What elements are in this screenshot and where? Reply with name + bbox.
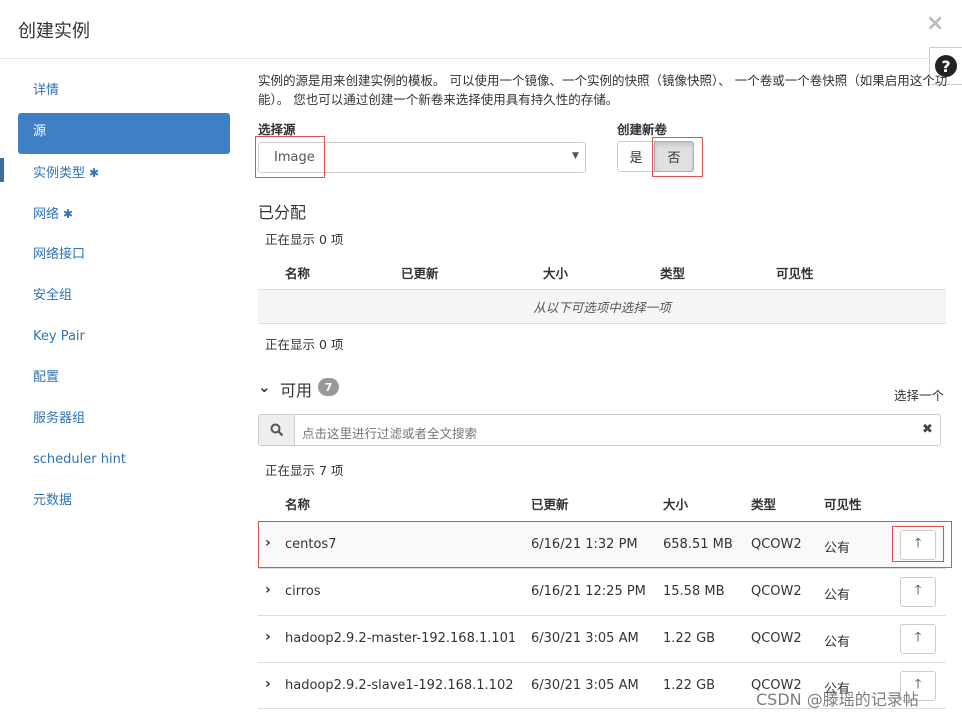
column-header: 类型 [751,497,777,512]
sidebar-item-flavor[interactable]: 实例类型 ✱ [18,154,230,195]
select-one-label: 选择一个 [894,388,945,403]
chevron-right-icon[interactable]: › [265,676,271,692]
required-icon: ✱ [89,166,100,180]
dialog-header [0,0,962,59]
row-size: 1.22 GB [663,678,716,693]
arrow-up-icon: 🡑 [914,630,922,645]
row-visibility: 公有 [824,635,851,650]
row-visibility: 公有 [824,588,851,603]
search-placeholder: 点击这里进行过滤或者全文搜索 [302,426,478,441]
chevron-right-icon[interactable]: › [265,582,271,598]
highlight-box [255,136,325,178]
column-header: 名称 [285,266,311,281]
available-count: 正在显示 7 项 [265,463,344,478]
source-description: 实例的源是用来创建实例的模板。 可以使用一个镜像、一个实例的快照（镜像快照）、 … [258,73,948,107]
chevron-right-icon[interactable]: › [265,629,271,645]
chevron-down-icon[interactable]: ⌄ [258,378,271,396]
row-updated: 6/30/21 3:05 AM [531,631,639,646]
column-header: 大小 [543,266,569,281]
column-header: 可见性 [824,497,862,512]
column-header: 可见性 [776,266,814,281]
allocated-count-top: 正在显示 0 项 [265,232,344,247]
row-type: QCOW2 [751,584,802,599]
sidebar-item-source[interactable]: 源 [18,113,230,154]
row-updated: 6/16/21 12:25 PM [531,584,646,599]
highlight-box [892,526,944,562]
watermark: CSDN @滕瑶的记录帖 [756,690,919,709]
sidebar-item-server-groups[interactable]: 服务器组 [18,400,230,441]
row-name: hadoop2.9.2-master-192.168.1.101 [285,631,517,646]
row-type: QCOW2 [751,631,802,646]
allocate-button[interactable]: 🡑 [900,624,936,654]
highlight-box [258,521,952,568]
required-icon: ✱ [63,207,74,221]
allocated-empty-text: 从以下可选项中选择一项 [533,300,671,315]
sidebar-item-metadata[interactable]: 元数据 [18,482,230,523]
column-header: 已更新 [401,266,439,281]
close-icon[interactable]: × [926,12,944,36]
sidebar-item-scheduler-hint[interactable]: scheduler hint [18,441,230,482]
allocated-count-bottom: 正在显示 0 项 [265,337,344,352]
sidebar-item-key-pair[interactable]: Key Pair [18,318,230,359]
row-name: hadoop2.9.2-slave1-192.168.1.102 [285,678,514,693]
column-header: 类型 [660,266,686,281]
caret-down-icon: ▼ [572,151,579,161]
new-volume-label: 创建新卷 [617,122,668,137]
allocated-title: 已分配 [258,203,307,222]
sidebar-item-network[interactable]: 网络 ✱ [18,195,230,236]
sidebar-item-network-ports[interactable]: 网络接口 [18,236,230,277]
row-updated: 6/30/21 3:05 AM [531,678,639,693]
arrow-up-icon: 🡑 [914,583,922,598]
highlight-box [652,137,703,177]
clear-search-icon[interactable]: ✖ [922,422,933,437]
new-volume-yes-button[interactable]: 是 [617,141,655,172]
column-header: 名称 [285,497,311,512]
column-header: 大小 [663,497,689,512]
row-size: 1.22 GB [663,631,716,646]
search-icon [259,415,295,445]
available-title[interactable]: 可用 [280,377,312,401]
sidebar-item-configuration[interactable]: 配置 [18,359,230,400]
allocate-button[interactable]: 🡑 [900,577,936,607]
wizard-sidebar: 详情 源 实例类型 ✱ 网络 ✱ 网络接口 安全组 Key Pair 配置 服务器组… [18,72,230,523]
row-size: 15.58 MB [663,584,725,599]
available-count-badge: 7 [318,378,339,396]
row-name: cirros [285,584,321,599]
sidebar-item-details[interactable]: 详情 [18,72,230,113]
column-header: 已更新 [531,497,569,512]
left-edge-marker [0,158,4,182]
sidebar-item-security-groups[interactable]: 安全组 [18,277,230,318]
dialog-title: 创建实例 [18,21,90,42]
